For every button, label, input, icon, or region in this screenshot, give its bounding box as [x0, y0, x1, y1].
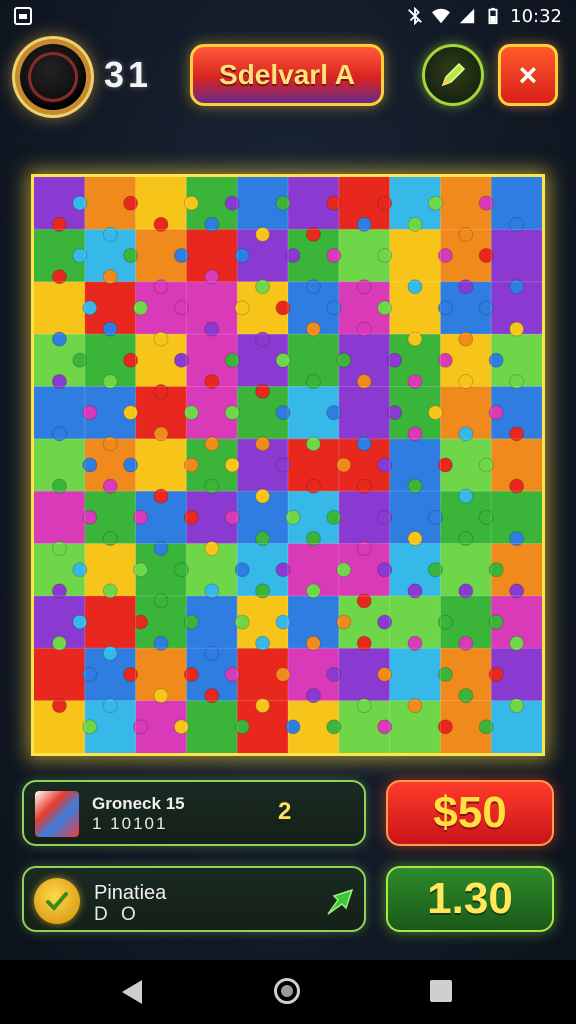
- coin-icon: [20, 44, 86, 110]
- level-title-button[interactable]: Sdelvarl A: [190, 44, 384, 106]
- progress-panel[interactable]: Groneck 15 1 10101 2: [22, 780, 366, 846]
- recent-apps-icon[interactable]: [430, 980, 452, 1002]
- navigation-bar: [0, 960, 576, 1024]
- puzzle-piece[interactable]: [34, 648, 86, 702]
- puzzle-piece[interactable]: [389, 648, 441, 702]
- wifi-icon: [432, 8, 451, 24]
- signal-icon: [459, 8, 475, 24]
- practice-sub: D O: [94, 904, 140, 925]
- progress-count: 2: [278, 798, 292, 825]
- puzzle-piece[interactable]: [338, 386, 391, 440]
- pencil-check-icon: [441, 62, 466, 87]
- arrow-icon[interactable]: [324, 884, 358, 918]
- puzzle-piece[interactable]: [34, 491, 86, 545]
- close-button[interactable]: ×: [498, 44, 558, 106]
- puzzle-piece[interactable]: [84, 595, 137, 649]
- progress-sub: 1 10101: [92, 814, 168, 833]
- practice-panel[interactable]: Pinatiea D O: [22, 866, 366, 932]
- status-time: 10:32: [510, 5, 562, 27]
- progress-label: Groneck 15: [92, 794, 185, 813]
- puzzle-piece[interactable]: [135, 438, 187, 492]
- puzzle-grid[interactable]: [34, 177, 542, 753]
- time-button[interactable]: 1.30: [386, 866, 554, 932]
- back-icon[interactable]: [122, 980, 142, 1004]
- puzzle-piece[interactable]: [389, 229, 441, 283]
- confirm-button[interactable]: [422, 44, 484, 106]
- score-counter: 31: [104, 54, 153, 95]
- battery-icon: [488, 7, 498, 25]
- puzzle-thumbnail: [35, 791, 79, 837]
- money-button[interactable]: $50: [386, 780, 554, 846]
- top-bar: 31 Sdelvarl A ×: [0, 40, 576, 116]
- status-bar: 10:32: [0, 0, 576, 32]
- practice-label: Pinatiea: [94, 882, 167, 904]
- close-icon: ×: [518, 56, 538, 93]
- puzzle-piece[interactable]: [34, 281, 86, 335]
- bluetooth-off-icon: [408, 7, 423, 25]
- home-icon[interactable]: [274, 978, 300, 1004]
- puzzle-piece[interactable]: [491, 229, 542, 283]
- check-badge-icon: [34, 878, 80, 924]
- puzzle-piece[interactable]: [186, 700, 238, 753]
- puzzle-board[interactable]: [31, 174, 545, 756]
- app-notification-icon: [14, 7, 32, 25]
